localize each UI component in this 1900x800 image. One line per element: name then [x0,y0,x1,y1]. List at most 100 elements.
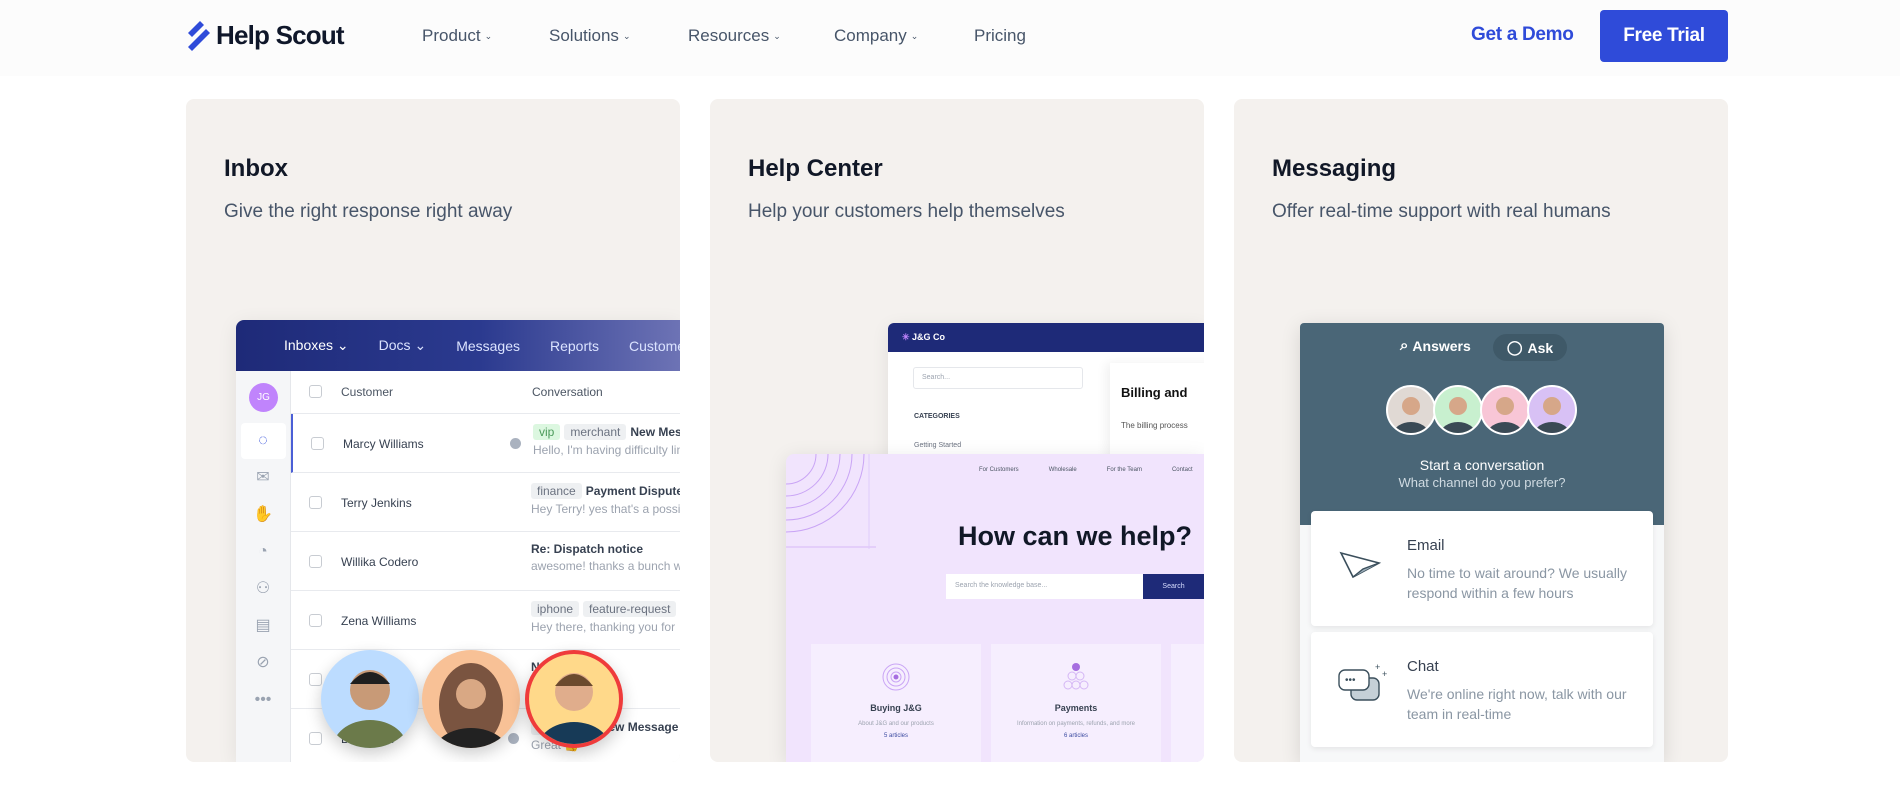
asterisk-icon: ✳ [902,332,913,342]
row-checkbox[interactable] [309,614,322,627]
article-title: Billing and [1121,385,1188,400]
mock-nav-item: Customers [629,337,680,354]
messaging-card[interactable]: Messaging Offer real-time support with r… [1234,99,1728,762]
nav-product[interactable]: Product ⌄ [422,26,492,46]
paper-plane-icon [1339,551,1382,579]
row-checkbox[interactable] [311,437,324,450]
agent-avatar [1386,385,1436,435]
conversation-preview: Hey there, thanking you for [531,620,676,634]
tile-article-count: 6 articles [1063,733,1088,739]
conversation-cell: finance Payment Dispute Hey Terry! yes tha… [531,483,680,516]
agent-avatar [1527,385,1577,435]
categories-label: CATEGORIES [914,413,960,420]
mock-nav-item: Messages [456,337,520,354]
tile-description: Information on payments, refunds, and mo… [1016,721,1136,727]
channel-description: We're online right now, talk with our te… [1407,686,1627,722]
nav-label: Company [834,26,907,45]
kb-search-button: Search [1143,574,1204,599]
mock-nav-item: Reports [550,337,600,354]
inbox-mock-nav: Inboxes ⌄ Docs ⌄ Messages Reports Custom… [236,320,680,371]
inbox-mockup: Inboxes ⌄ Docs ⌄ Messages Reports Custom… [236,320,680,762]
card-title: Messaging [1272,155,1397,182]
row-checkbox[interactable] [309,496,322,509]
tag: finance [531,483,582,499]
conversation-subject: Payment Dispute [585,484,680,498]
tile-title: Payments [1054,703,1098,713]
customer-name: Terry Jenkins [341,496,412,510]
channel-title: Chat [1407,658,1439,675]
conversation-preview: Hey Terry! yes that's a possibility [531,502,680,516]
nav-label: Resources [688,26,770,45]
hc-brand: J&G Co [912,332,946,342]
mock-nav-item: Docs ⌄ [378,337,427,353]
row-checkbox[interactable] [309,732,322,745]
tab-label: Ask [1527,339,1554,356]
select-all-checkbox [309,385,322,398]
table-row[interactable]: Willika Codero Re: Dispatch notice awesom… [291,532,680,591]
nav-company[interactable]: Company ⌄ [834,26,918,46]
card-subtitle: Give the right response right away [224,201,513,222]
nav-solutions[interactable]: Solutions ⌄ [549,26,630,46]
free-trial-button[interactable]: Free Trial [1600,10,1728,62]
search-icon: ⌕ [1400,337,1409,354]
get-demo-link[interactable]: Get a Demo [1471,24,1574,46]
chat-bubble-icon: ◯ [1506,339,1523,355]
chevron-down-icon: ⌄ [910,31,919,42]
row-checkbox[interactable] [309,555,322,568]
kb-search-input: Search the knowledge base... [946,574,1143,599]
answers-tab: ⌕ Answers [1400,337,1471,354]
customer-name: Willika Codero [341,555,419,569]
customer-name: Marcy Williams [343,437,424,451]
help-scout-logo[interactable]: Help Scout [186,20,345,51]
hc-heading: How can we help? [958,521,1193,551]
user-icon: ⚇ [255,580,271,597]
agent-avatar [422,650,520,748]
table-row[interactable]: Marcy Williams vipmerchantNew Message Hel… [291,414,680,473]
hc-link: For Customers [979,467,1019,473]
table-row[interactable]: Zena Williams iphone feature-request Hey t… [291,591,680,650]
hc-link: For the Team [1106,467,1142,473]
hand-icon: ✋ [253,506,273,523]
channel-description: No time to wait around? We usually respo… [1407,565,1627,601]
category-item: Getting Started [914,442,962,449]
hc-brand-bar: ✳ J&G Co [888,323,1204,352]
nav-pricing[interactable]: Pricing [974,26,1026,46]
chevron-down-icon: ⌄ [622,31,631,42]
row-checkbox[interactable] [309,673,322,686]
widget-subheading: What channel do you prefer? [1398,475,1566,490]
tag: merchant [564,424,627,440]
category-tile: Payments Information on payments, refund… [991,644,1161,762]
table-header: Customer Conversation [291,371,680,414]
messenger-icon [510,438,521,449]
card-title: Inbox [224,155,288,182]
conversation-cell: iphone feature-request Hey there, thanking… [531,601,680,634]
help-center-front-window: For Customers Wholesale For the Team Contac… [786,454,1204,762]
email-channel-option: Email No time to wait around? We usually… [1311,511,1653,626]
tile-article-count: 5 articles [883,733,908,739]
conversation-subject: Re: Dispatch notice [531,542,644,556]
conversation-preview: awesome! thanks a bunch with [531,559,680,573]
conversation-cell: vipmerchantNew Message Hello, I'm having … [533,424,680,457]
top-navigation: Help Scout Product ⌄ Solutions ⌄ Resources… [0,0,1900,76]
decorative-arcs [786,454,876,549]
category-tile: Deta [1171,644,1204,762]
agent-avatar [1433,385,1483,435]
chevron-down-icon: ⌄ [773,31,781,42]
help-center-card[interactable]: Help Center Help your customers help the… [710,99,1204,762]
tab-label: Answers [1412,337,1471,354]
tag: vip [533,424,561,440]
table-row[interactable]: Terry Jenkins finance Payment Dispute Hey … [291,473,680,532]
svg-text:+: + [1382,669,1387,679]
messaging-widget: ⌕ Answers ◯ Ask Start a conversation What … [1300,323,1664,762]
inbox-card[interactable]: Inbox Give the right response right away… [186,99,680,762]
hc-search-input: Search... [913,367,1083,389]
messenger-icon [508,733,519,744]
inbox-icon: ✉ [256,469,270,486]
conversation-cell: Re: Dispatch notice awesome! thanks a bun… [531,542,680,573]
chevron-down-icon: ⌄ [484,31,493,42]
tile-description: Deta [1171,700,1204,706]
card-subtitle: Offer real-time support with real humans [1272,201,1611,222]
hc-link: Wholesale [1048,467,1077,473]
nav-resources[interactable]: Resources ⌄ [688,26,781,46]
agent-avatar [321,650,419,748]
